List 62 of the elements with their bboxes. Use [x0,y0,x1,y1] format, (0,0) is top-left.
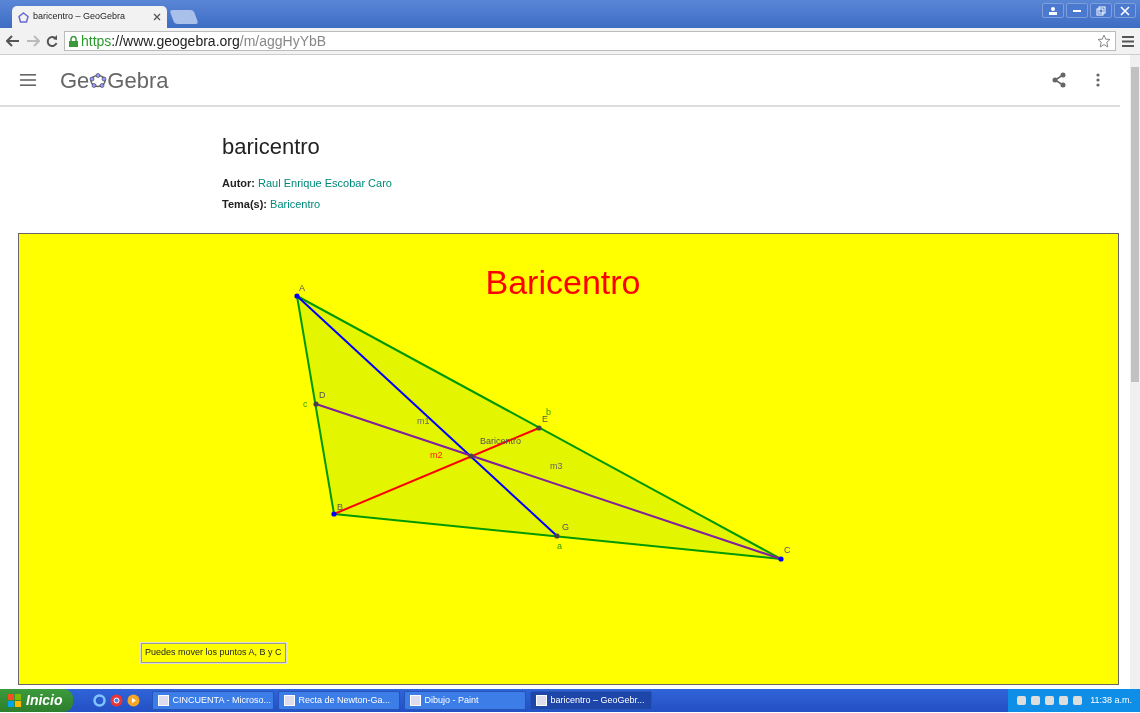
window-icon [157,695,169,706]
material-title: baricentro [222,133,321,161]
browser-e-icon[interactable] [92,694,106,707]
point-marker[interactable] [778,556,784,562]
url-text: https://www.geogebra.org/m/aggHyYbB [81,31,327,51]
point-marker[interactable] [468,453,474,459]
close-icon [1120,5,1130,16]
point-label: C [784,545,791,555]
point-label: D [319,390,326,400]
restore-icon [1096,5,1106,16]
window-icon [283,695,295,706]
point-marker[interactable] [536,425,542,431]
address-field[interactable]: https://www.geogebra.org/m/aggHyYbB [64,31,1116,51]
segment-label: a [557,541,562,551]
star-icon[interactable] [1097,34,1111,48]
close-icon[interactable] [153,13,161,21]
round-browser-icon[interactable] [109,694,123,707]
meta-label: Autor: [222,177,255,189]
window-icon [409,695,421,706]
segment-label: m1 [417,416,430,426]
minimize-button[interactable] [1066,3,1088,18]
clock-text: 11:38 a.m. [1090,693,1132,707]
restore-button[interactable] [1090,3,1112,18]
taskbar-button[interactable]: Dibujo - Paint [403,691,526,710]
segment-label: m2 [430,450,443,460]
meta-link[interactable]: Raul Enrique Escobar Caro [258,177,392,189]
back-icon[interactable] [6,35,20,47]
user-icon [1048,5,1058,16]
window-icon [535,695,547,706]
point-marker[interactable] [294,293,300,299]
more-icon[interactable] [1096,73,1100,87]
geogebra-logo[interactable]: Ge Gebra [60,63,169,97]
meta-link[interactable]: Baricentro [270,198,321,210]
taskbar-button[interactable]: Recta de Newton-Ga... [277,691,400,710]
point-marker[interactable] [313,401,319,407]
windows-logo-icon [8,694,22,707]
close-button[interactable] [1114,3,1136,18]
new-tab-button[interactable] [169,10,199,24]
point-label: G [562,522,569,532]
point-label: B [337,502,343,512]
lock-icon [69,35,78,47]
taskbar-button[interactable]: CINCUENTA - Microso... [151,691,274,710]
reload-icon[interactable] [46,35,58,47]
segment-label: c [303,399,308,409]
browser-tab[interactable]: baricentro – GeoGebra [12,6,167,28]
minimize-icon [1073,9,1081,12]
segment-label: m3 [550,461,563,471]
instruction-text: Puedes mover los puntos A, B y C [141,643,286,663]
scrollbar[interactable] [1130,55,1140,689]
point-marker[interactable] [554,533,560,539]
media-player-icon[interactable] [126,694,140,707]
taskbar-button[interactable]: baricentro – GeoGebr... [529,691,652,710]
start-button[interactable]: Inicio [0,689,73,712]
applet-title: Baricentro [485,263,641,301]
menu-icon[interactable] [20,74,36,86]
pentagon-icon [18,11,29,23]
point-marker[interactable] [331,511,337,517]
menu-icon[interactable] [1122,35,1134,47]
share-icon[interactable] [1052,72,1066,88]
meta-label: Tema(s): [222,198,268,210]
point-label: A [299,283,305,293]
user-button[interactable] [1042,3,1064,18]
